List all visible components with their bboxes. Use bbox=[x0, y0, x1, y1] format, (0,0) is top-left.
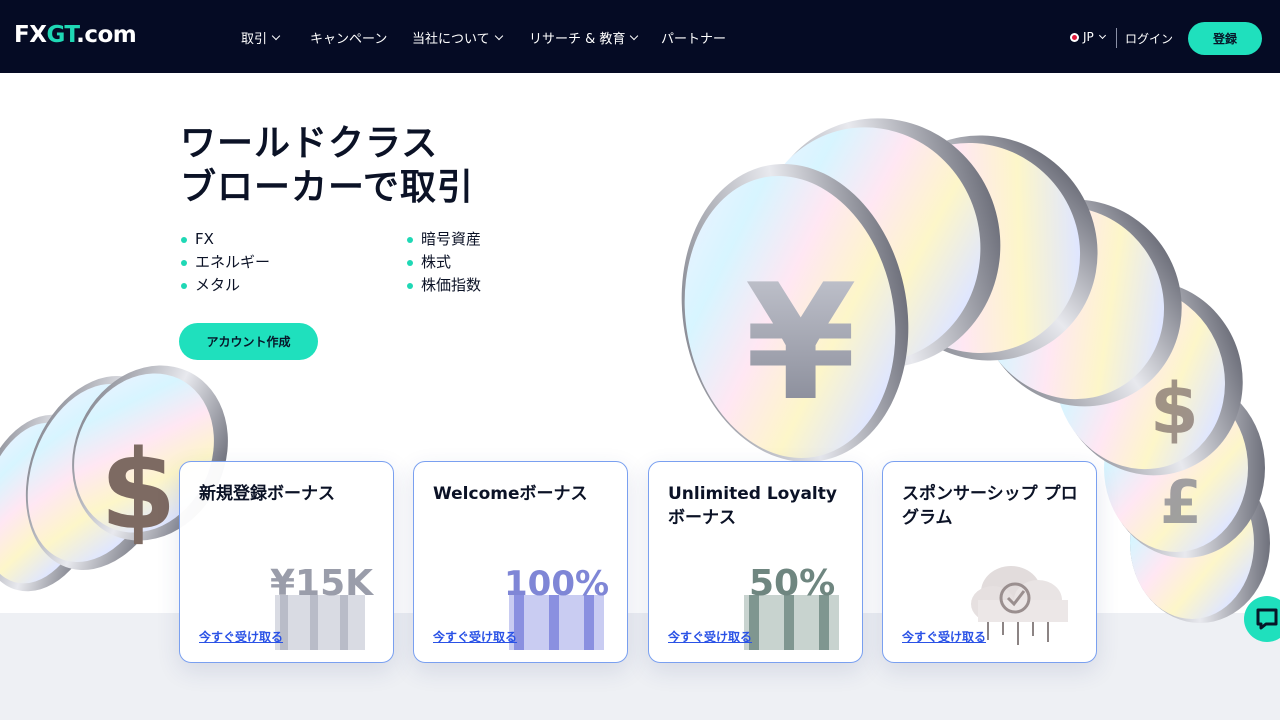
svg-text:¥15K: ¥15K bbox=[270, 563, 374, 604]
hero-title-line1: ワールドクラス bbox=[180, 123, 439, 164]
claim-now-link[interactable]: 今すぐ受け取る bbox=[433, 628, 517, 645]
chevron-down-icon bbox=[494, 31, 503, 40]
asset-list-left: FX エネルギー メタル bbox=[180, 228, 270, 297]
menu-about[interactable]: 当社について bbox=[412, 28, 503, 47]
hero-title: ワールドクラス ブローカーで取引 bbox=[180, 122, 474, 210]
svg-text:100%: 100% bbox=[504, 564, 609, 604]
card-title: Welcomeボーナス bbox=[433, 484, 588, 504]
asset-item: エネルギー bbox=[180, 251, 270, 274]
nav-divider bbox=[1116, 28, 1117, 48]
register-button[interactable]: 登録 bbox=[1188, 22, 1262, 55]
promo-card-sponsorship[interactable]: スポンサーシップ プログラム 今すぐ受け取る bbox=[882, 461, 1097, 663]
asset-item: メタル bbox=[180, 274, 270, 297]
promo-card-signup-bonus[interactable]: 新規登録ボーナス ¥15K 今すぐ受け取る bbox=[179, 461, 394, 663]
menu-partners[interactable]: パートナー bbox=[661, 28, 726, 47]
menu-campaigns-label: キャンペーン bbox=[310, 32, 388, 47]
svg-text:$: $ bbox=[1150, 368, 1199, 450]
asset-item: 暗号資産 bbox=[406, 228, 481, 251]
menu-campaigns[interactable]: キャンペーン bbox=[310, 28, 387, 47]
chevron-down-icon bbox=[271, 31, 281, 40]
dollar-symbol-icon: $ bbox=[100, 426, 177, 554]
top-navbar: FXGT.com 取引 キャンペーン 当社について リサーチ & 教育 パートナ… bbox=[0, 0, 1280, 73]
svg-text:50%: 50% bbox=[749, 563, 835, 604]
yen-symbol-icon: ¥ bbox=[745, 249, 856, 436]
claim-now-link[interactable]: 今すぐ受け取る bbox=[199, 628, 283, 645]
card-title: Unlimited Loyalty ボーナス bbox=[668, 484, 837, 528]
chat-bubble-icon bbox=[1256, 608, 1278, 630]
login-link[interactable]: ログイン bbox=[1125, 30, 1173, 47]
asset-list-right: 暗号資産 株式 株価指数 bbox=[406, 228, 481, 297]
asset-item: 株価指数 bbox=[406, 274, 481, 297]
create-account-button[interactable]: アカウント作成 bbox=[179, 323, 318, 360]
asset-item: FX bbox=[180, 228, 270, 251]
claim-now-link[interactable]: 今すぐ受け取る bbox=[902, 628, 986, 645]
menu-research[interactable]: リサーチ & 教育 bbox=[529, 28, 639, 47]
claim-now-link[interactable]: 今すぐ受け取る bbox=[668, 628, 752, 645]
promo-card-loyalty-bonus[interactable]: Unlimited Loyalty ボーナス 50% 今すぐ受け取る bbox=[648, 461, 863, 663]
hero-title-line2: ブローカーで取引 bbox=[180, 167, 474, 208]
language-selector[interactable]: JP bbox=[1070, 30, 1106, 44]
menu-research-label: リサーチ & 教育 bbox=[529, 32, 626, 47]
chevron-down-icon bbox=[630, 31, 639, 40]
japan-flag-icon bbox=[1070, 32, 1079, 42]
card-title: 新規登録ボーナス bbox=[199, 484, 335, 504]
menu-about-label: 当社について bbox=[412, 32, 490, 47]
language-label: JP bbox=[1083, 30, 1094, 44]
card-title: スポンサーシップ プログラム bbox=[902, 484, 1078, 528]
menu-trade[interactable]: 取引 bbox=[241, 28, 281, 47]
fxgt-logo[interactable]: FXGT.com bbox=[14, 22, 137, 48]
menu-trade-label: 取引 bbox=[241, 32, 268, 47]
menu-partners-label: パートナー bbox=[661, 32, 727, 47]
svg-text:£: £ bbox=[1160, 468, 1202, 538]
promo-card-welcome-bonus[interactable]: Welcomeボーナス 100% 今すぐ受け取る bbox=[413, 461, 628, 663]
chevron-down-icon bbox=[1098, 31, 1106, 39]
asset-item: 株式 bbox=[406, 251, 481, 274]
